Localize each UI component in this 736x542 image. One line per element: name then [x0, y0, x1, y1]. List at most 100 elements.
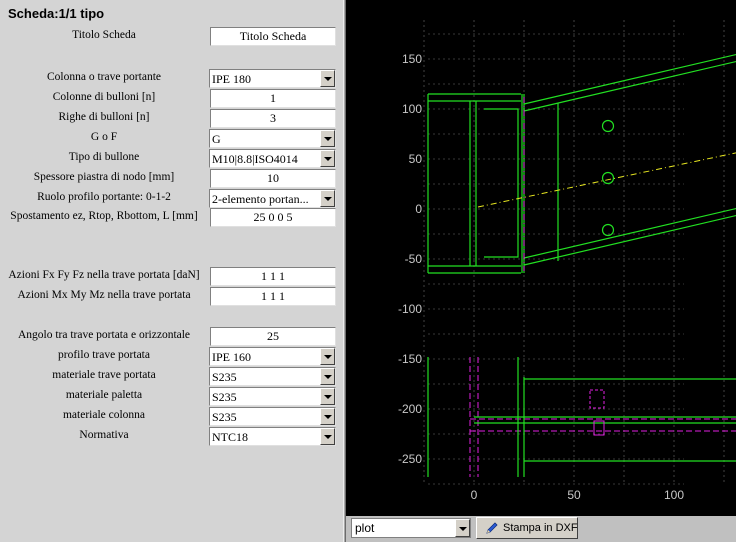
beam-flange-line [523, 60, 736, 112]
bolt-hole [601, 171, 615, 185]
field-label: Normativa [79, 429, 129, 441]
field-input[interactable]: Titolo Scheda [210, 27, 336, 46]
field-select-value: M10|8.8|ISO4014 [212, 152, 298, 166]
window-title: Scheda:1/1 tipo [8, 6, 105, 21]
form-row: Spessore piastra di nodo [mm] 10 [0, 169, 343, 188]
field-select[interactable]: IPE 180 [209, 69, 336, 88]
view-select-value: plot [355, 521, 375, 535]
end-plate-outline [484, 108, 519, 258]
field-label: Spessore piastra di nodo [mm] [33, 171, 175, 183]
chevron-down-icon[interactable] [320, 368, 335, 385]
field-select[interactable]: S235 [209, 407, 336, 426]
chevron-down-icon[interactable] [320, 428, 335, 445]
field-select-value: 2-elemento portan... [212, 192, 309, 206]
form-row: Titolo Scheda Titolo Scheda [0, 27, 343, 46]
field-label: Colonne di bulloni [n] [52, 91, 156, 103]
field-select-value: S235 [212, 410, 237, 424]
beam-flange-line [523, 207, 736, 259]
drawing-canvas[interactable]: 050100150200150100500-50-100-150-200-250 [346, 0, 736, 516]
field-select[interactable]: NTC18 [209, 427, 336, 446]
y-tick-label: -200 [398, 402, 422, 416]
beam-flange-line [523, 53, 736, 105]
bolt-head-plan [589, 389, 605, 409]
chevron-down-icon[interactable] [320, 348, 335, 365]
field-label: materiale trave portata [52, 369, 156, 381]
chevron-down-icon[interactable] [455, 519, 470, 537]
field-select-value: S235 [212, 390, 237, 404]
y-tick-label: -50 [405, 252, 423, 266]
field-label: Azioni Mx My Mz nella trave portata [17, 289, 191, 301]
y-tick-label: 0 [415, 202, 422, 216]
form-row: Colonne di bulloni [n] 1 [0, 89, 343, 108]
field-select[interactable]: 2-elemento portan... [209, 189, 336, 208]
chevron-down-icon[interactable] [320, 130, 335, 147]
x-tick-label: 0 [471, 488, 478, 502]
form-row: Azioni Mx My Mz nella trave portata 1 1 1 [0, 287, 343, 306]
form-row: Azioni Fx Fy Fz nella trave portata [daN… [0, 267, 343, 286]
field-label: Titolo Scheda [72, 29, 136, 41]
pencil-icon [486, 522, 498, 534]
footer-bar: plot Stampa in DXF [346, 516, 736, 542]
field-input[interactable]: 25 0 0 5 [210, 208, 336, 227]
field-input[interactable]: 3 [210, 109, 336, 128]
form-row: materiale trave portata S235 [0, 367, 343, 386]
field-select-value: S235 [212, 370, 237, 384]
y-tick-label: 150 [402, 52, 422, 66]
field-select[interactable]: IPE 160 [209, 347, 336, 366]
beam-flange-line [523, 214, 736, 266]
form-row: Spostamento ez, Rtop, Rbottom, L [mm] 25 … [0, 208, 343, 227]
field-select[interactable]: G [209, 129, 336, 148]
field-select[interactable]: S235 [209, 387, 336, 406]
form-row: Ruolo profilo portante: 0-1-2 2-elemento … [0, 189, 343, 208]
field-select-value: IPE 160 [212, 350, 251, 364]
field-input[interactable]: 10 [210, 169, 336, 188]
field-select-value: IPE 180 [212, 72, 251, 86]
export-dxf-label: Stampa in DXF [503, 522, 578, 534]
beam-axis-line [477, 152, 736, 208]
chevron-down-icon[interactable] [320, 70, 335, 87]
chevron-down-icon[interactable] [320, 190, 335, 207]
y-tick-label: -100 [398, 302, 422, 316]
chevron-down-icon[interactable] [320, 388, 335, 405]
export-dxf-button[interactable]: Stampa in DXF [476, 517, 578, 539]
field-select-value: NTC18 [212, 430, 248, 444]
field-label: Ruolo profilo portante: 0-1-2 [37, 191, 171, 203]
x-tick-label: 50 [567, 488, 581, 502]
y-tick-label: -150 [398, 352, 422, 366]
form-row: profilo trave portata IPE 160 [0, 347, 343, 366]
x-tick-label: 100 [664, 488, 684, 502]
form-row: Righe di bulloni [n] 3 [0, 109, 343, 128]
connection-drawing: 050100150200150100500-50-100-150-200-250 [398, 20, 736, 502]
field-select-value: G [212, 132, 221, 146]
field-label: Angolo tra trave portata e orizzontale [17, 329, 191, 341]
field-label: materiale paletta [65, 389, 143, 401]
field-select[interactable]: S235 [209, 367, 336, 386]
field-select[interactable]: M10|8.8|ISO4014 [209, 149, 336, 168]
form-row: Angolo tra trave portata e orizzontale 25 [0, 327, 343, 346]
field-input[interactable]: 1 1 1 [210, 287, 336, 306]
y-tick-label: -250 [398, 452, 422, 466]
field-input[interactable]: 1 1 1 [210, 267, 336, 286]
form-row: materiale colonna S235 [0, 407, 343, 426]
field-input[interactable]: 1 [210, 89, 336, 108]
form-row: materiale paletta S235 [0, 387, 343, 406]
input-panel: Scheda:1/1 tipo Titolo Scheda Titolo Sche… [0, 0, 343, 542]
form-row: Normativa NTC18 [0, 427, 343, 446]
bolt-hole [601, 119, 615, 133]
field-input[interactable]: 25 [210, 327, 336, 346]
y-tick-label: 50 [409, 152, 423, 166]
chevron-down-icon[interactable] [320, 150, 335, 167]
field-label: Azioni Fx Fy Fz nella trave portata [daN… [8, 269, 200, 281]
field-label: Colonna o trave portante [46, 71, 161, 83]
field-label: Righe di bulloni [n] [58, 111, 150, 123]
view-select[interactable]: plot [351, 518, 471, 538]
field-label: profilo trave portata [58, 349, 150, 361]
field-label: materiale colonna [62, 409, 146, 421]
y-tick-label: 100 [402, 102, 422, 116]
form-row: G o FG [0, 129, 343, 148]
field-label: Spostamento ez, Rtop, Rbottom, L [mm] [10, 210, 198, 222]
chevron-down-icon[interactable] [320, 408, 335, 425]
form-row: Colonna o trave portante IPE 180 [0, 69, 343, 88]
field-label: Tipo di bullone [68, 151, 140, 163]
field-label: G o F [90, 131, 118, 143]
